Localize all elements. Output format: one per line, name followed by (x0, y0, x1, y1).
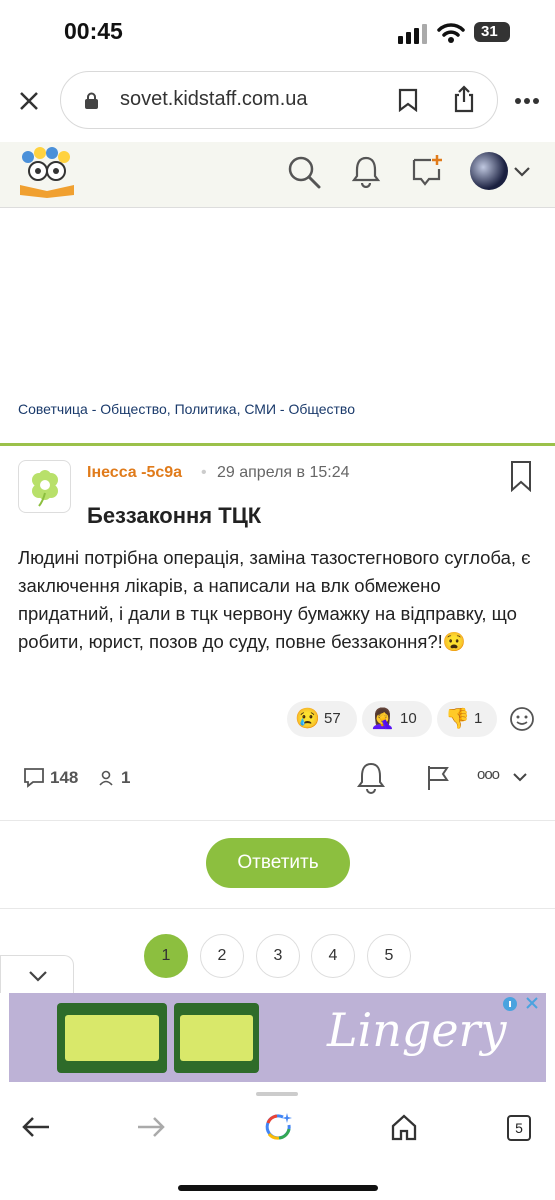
home-indicator (178, 1185, 378, 1191)
chevron-down-icon[interactable] (513, 166, 531, 177)
ad-info-close-icon[interactable] (501, 995, 541, 1013)
comments-count[interactable]: 148 (50, 768, 78, 788)
reaction-count: 57 (324, 710, 341, 727)
page-5-button[interactable]: 5 (367, 934, 411, 978)
wifi-icon (437, 23, 465, 43)
clover-icon (32, 470, 58, 507)
bookmark-icon[interactable] (398, 88, 418, 112)
browser-bottom-bar: 5 (0, 1082, 555, 1200)
chevron-down-icon[interactable] (512, 772, 528, 782)
url-text: sovet.kidstaff.com.ua (120, 88, 308, 110)
cellular-signal-icon (398, 24, 427, 44)
facepalm-icon: 🤦‍♀️ (370, 708, 395, 730)
forward-arrow-icon[interactable] (136, 1115, 166, 1139)
subscribers-count: 1 (121, 768, 131, 787)
battery-level: 31 (481, 23, 498, 40)
drag-handle[interactable] (256, 1092, 298, 1096)
close-icon[interactable] (19, 91, 39, 111)
crying-face-icon: 😢 (295, 708, 320, 730)
share-icon[interactable] (453, 85, 475, 113)
site-logo[interactable] (16, 147, 78, 199)
page-3-button[interactable]: 3 (256, 934, 300, 978)
home-icon[interactable] (390, 1113, 418, 1141)
search-icon[interactable] (287, 155, 321, 189)
lock-icon (85, 92, 98, 109)
notifications-bell-icon[interactable] (351, 154, 381, 188)
author-avatar[interactable] (18, 460, 71, 513)
new-message-icon[interactable] (411, 153, 445, 187)
post-author[interactable]: Інесса -5с9а (87, 464, 182, 482)
battery-icon: 31 (474, 22, 510, 42)
reaction-facepalm[interactable]: 🤦‍♀️ 10 (362, 701, 432, 737)
post-date: 29 апреля в 15:24 (217, 464, 350, 481)
product-pack-image (57, 1003, 167, 1073)
status-bar: 00:45 31 (0, 0, 555, 62)
browser-toolbar: sovet.kidstaff.com.ua (0, 62, 555, 142)
add-reaction-icon[interactable] (509, 706, 535, 732)
tab-count[interactable]: 5 (507, 1115, 531, 1141)
comments-icon[interactable] (22, 766, 46, 788)
clock: 00:45 (64, 18, 123, 44)
bookmark-icon[interactable] (510, 460, 532, 492)
address-bar[interactable]: sovet.kidstaff.com.ua (60, 71, 498, 129)
product-pack-image (174, 1003, 259, 1073)
thumbs-down-icon: 👎 (445, 708, 470, 730)
post-body: Людині потрібна операція, заміна тазосте… (18, 547, 531, 652)
collapse-ad-button[interactable] (0, 955, 74, 993)
chevron-down-icon (29, 971, 47, 982)
reaction-thumbs-down[interactable]: 👎 1 (437, 701, 497, 737)
divider (0, 820, 555, 821)
divider (0, 908, 555, 909)
reaction-crying[interactable]: 😢 57 (287, 701, 357, 737)
site-header (0, 142, 555, 208)
ad-brand: Lingery (327, 1003, 507, 1057)
user-icon (99, 770, 113, 786)
subscribe-bell-icon[interactable] (356, 760, 386, 794)
advertisement-banner[interactable]: Lingery (9, 993, 546, 1082)
page-4-button[interactable]: 4 (311, 934, 355, 978)
meta-separator: • (201, 464, 207, 481)
more-menu[interactable]: ooo (477, 766, 500, 783)
post-title: Беззаконня ТЦК (87, 503, 262, 528)
breadcrumb[interactable]: Советчица - Общество, Политика, СМИ - Об… (18, 401, 355, 417)
google-lens-icon[interactable] (263, 1111, 295, 1143)
report-flag-icon[interactable] (425, 764, 451, 792)
reaction-count: 10 (400, 710, 417, 727)
user-avatar[interactable] (470, 152, 508, 190)
page-2-button[interactable]: 2 (200, 934, 244, 978)
reply-button[interactable]: Ответить (206, 838, 350, 888)
post-actions: 148 1 ooo (0, 756, 555, 800)
reaction-count: 1 (474, 710, 483, 727)
more-options-icon[interactable] (514, 97, 540, 105)
back-arrow-icon[interactable] (21, 1115, 51, 1139)
page-1-button[interactable]: 1 (144, 934, 188, 978)
divider (0, 443, 555, 446)
